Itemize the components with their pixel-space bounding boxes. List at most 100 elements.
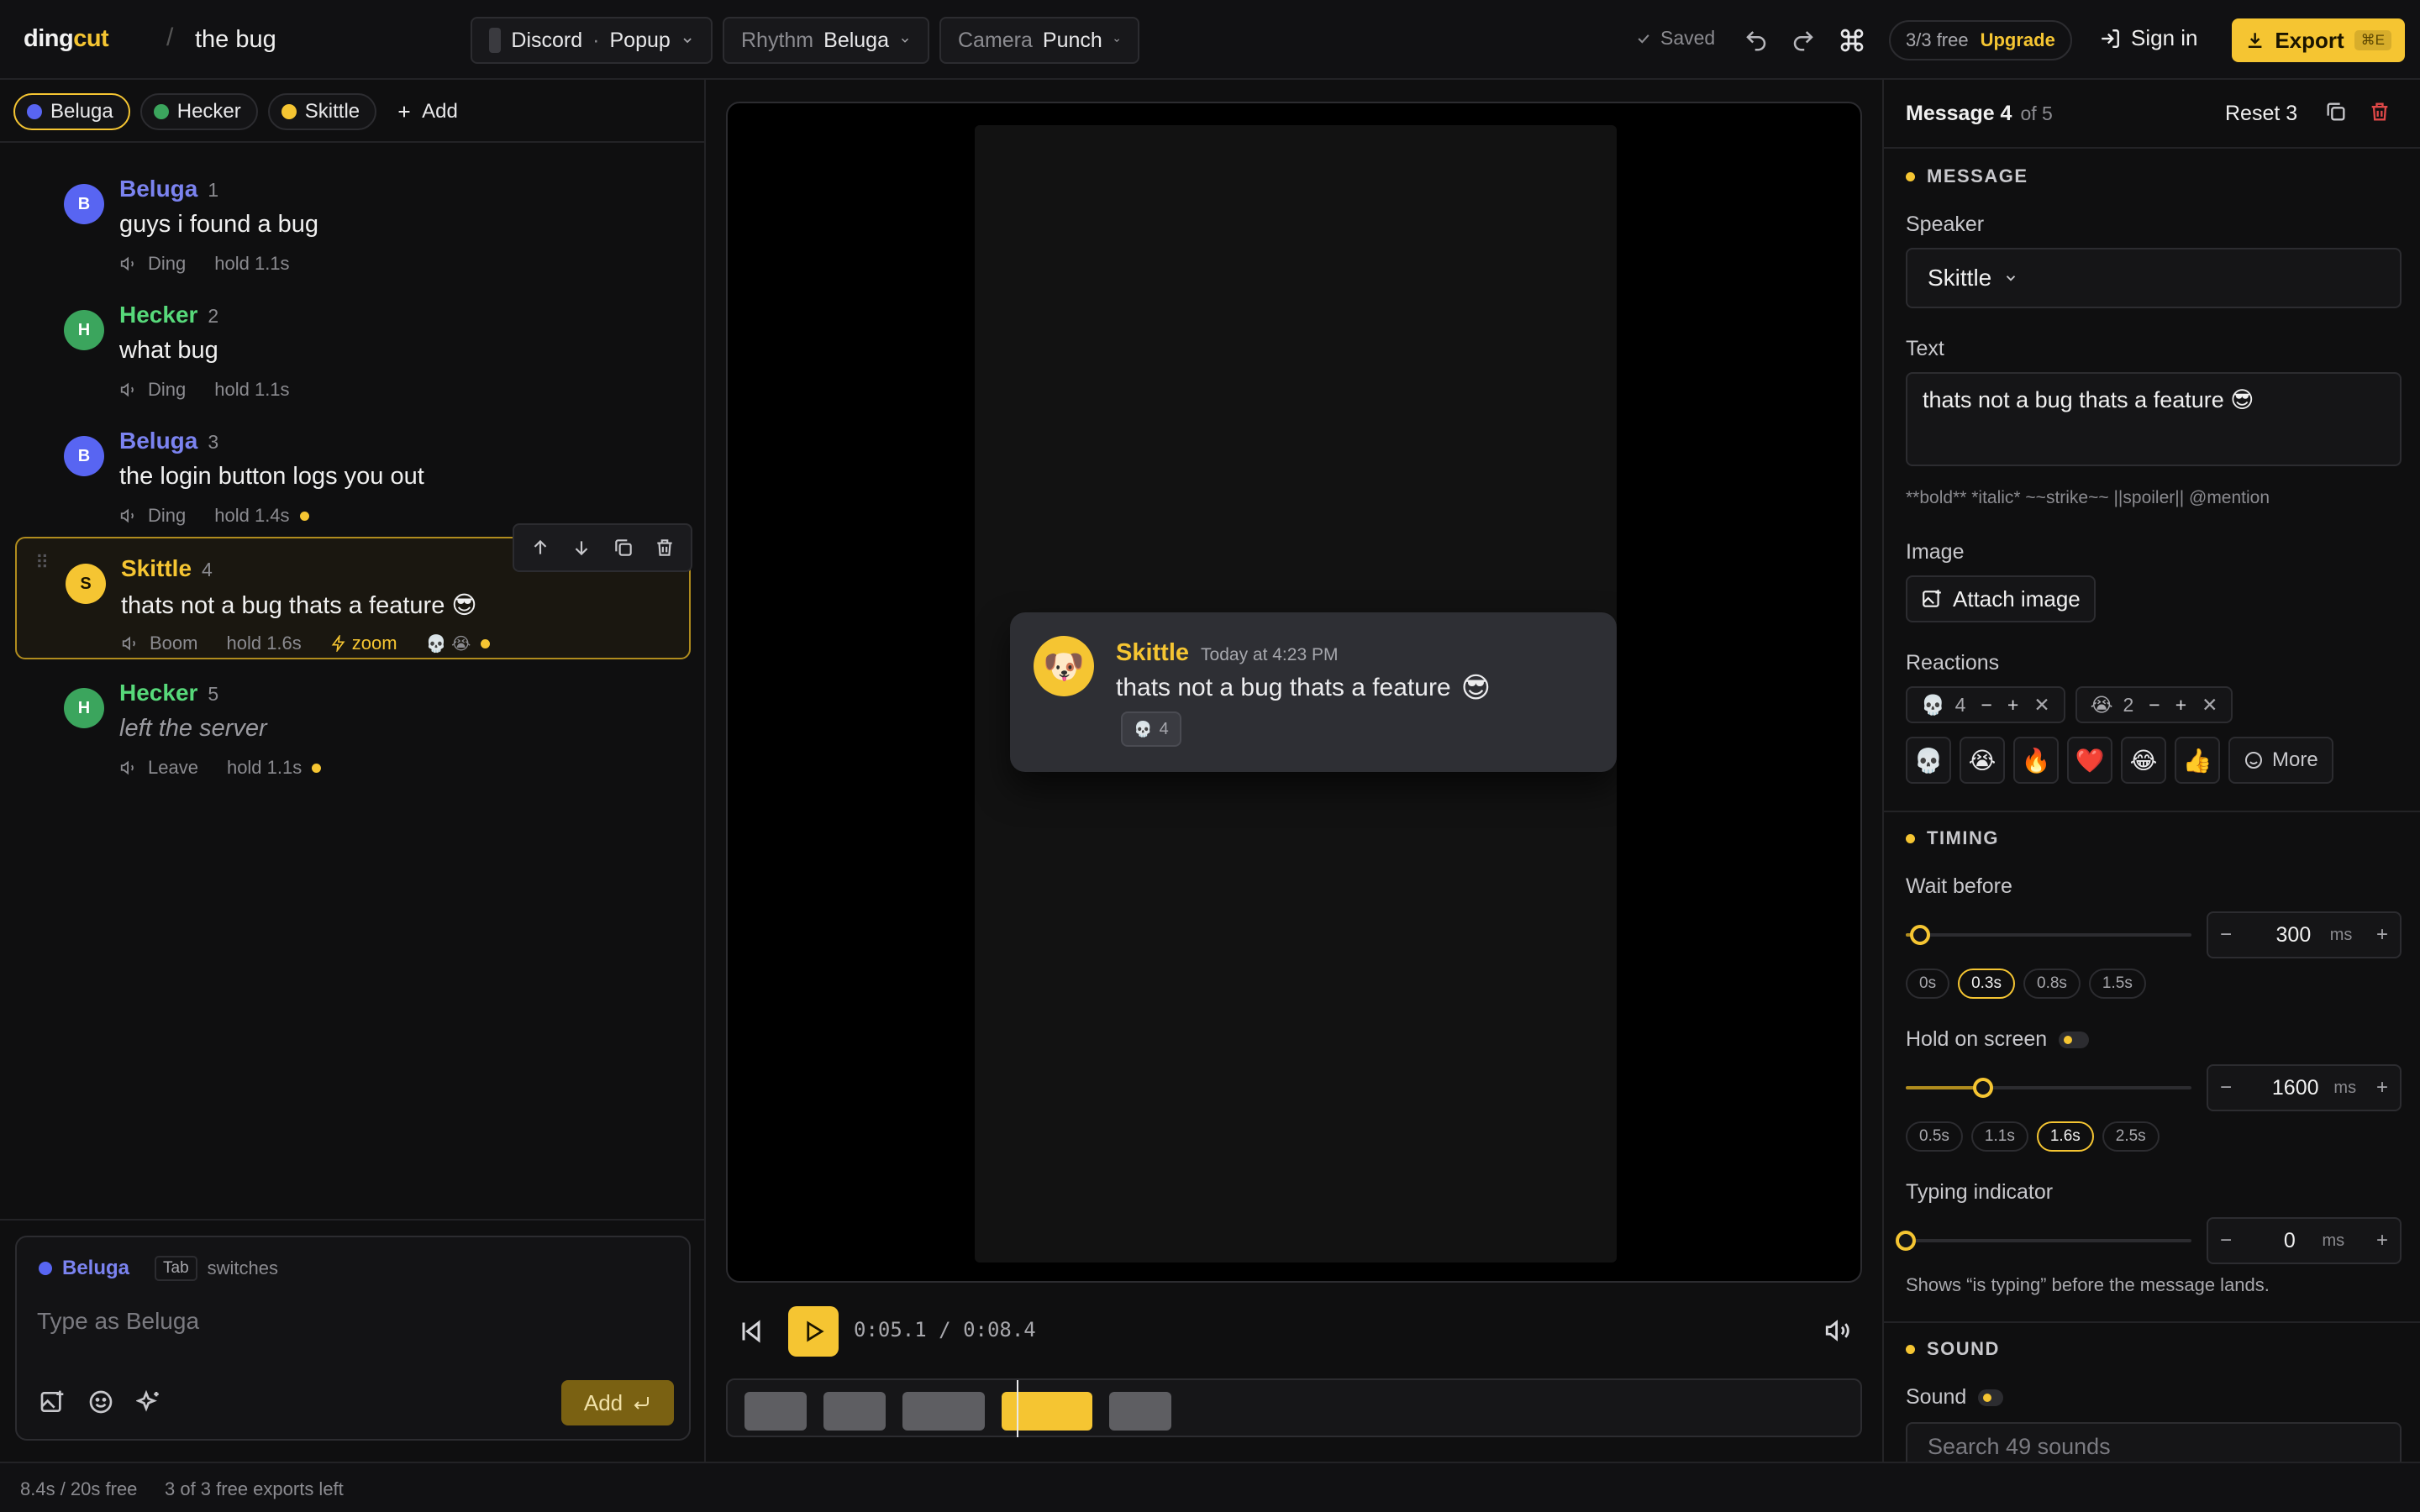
playhead[interactable]: [1017, 1380, 1018, 1437]
slider-knob[interactable]: [1910, 925, 1930, 945]
preset-button[interactable]: 1.6s: [2036, 1121, 2094, 1152]
move-up-icon[interactable]: [529, 537, 551, 559]
increment-button[interactable]: +: [2007, 694, 2018, 717]
speaker-select[interactable]: Skittle: [1906, 248, 2402, 308]
preset-button[interactable]: 0.8s: [2023, 969, 2081, 999]
preset-button[interactable]: 1.5s: [2088, 969, 2146, 999]
free-quota-badge[interactable]: 3/3 free Upgrade: [1889, 20, 2072, 60]
attach-image-button[interactable]: Attach image: [1906, 575, 2096, 622]
increment-button[interactable]: +: [2376, 1229, 2388, 1252]
timeline-clip-3[interactable]: [902, 1392, 985, 1431]
composer-input[interactable]: Type as Beluga: [37, 1308, 199, 1335]
hold-number-field[interactable]: − 1600 ms +: [2207, 1064, 2402, 1111]
slider-fill: [1906, 1086, 1983, 1089]
remove-reaction-button[interactable]: ✕: [2202, 694, 2217, 717]
hold-slider[interactable]: [1906, 1071, 2191, 1105]
effect-badge: zoom: [330, 633, 397, 654]
rhythm-select[interactable]: Rhythm Beluga: [723, 17, 929, 64]
volume-button[interactable]: [1823, 1316, 1852, 1345]
increment-button[interactable]: +: [2376, 923, 2388, 947]
add-speaker-button[interactable]: Add: [387, 100, 458, 123]
speaker-label: Speaker: [1906, 213, 1985, 236]
wait-value[interactable]: 300: [2276, 923, 2312, 948]
emoji-thumbs-up-button[interactable]: 👍: [2175, 737, 2220, 784]
move-down-icon[interactable]: [571, 537, 592, 559]
message-item-3[interactable]: B Beluga 3 the login button logs you out …: [15, 411, 691, 533]
camera-select[interactable]: Camera Punch: [939, 17, 1139, 64]
emoji-fire-button[interactable]: 🔥: [2013, 737, 2059, 784]
upgrade-link[interactable]: Upgrade: [1981, 29, 2055, 51]
speaker-chip-hecker[interactable]: Hecker: [139, 93, 258, 130]
delete-message-button[interactable]: [2368, 100, 2391, 123]
timeline-clip-4[interactable]: [1002, 1392, 1092, 1431]
decrement-button[interactable]: −: [2149, 694, 2160, 717]
hold-value[interactable]: 1600: [2272, 1076, 2319, 1100]
top-bar: dingcut / the bug Discord · Popup Rhythm…: [0, 0, 2420, 80]
composer-speaker[interactable]: Beluga Tab switches: [39, 1256, 278, 1281]
message-item-2[interactable]: H Hecker 2 what bug Ding hold 1.1s: [15, 285, 691, 407]
timeline-clip-5[interactable]: [1109, 1392, 1171, 1431]
preset-button[interactable]: 0s: [1906, 969, 1950, 999]
sign-in-button[interactable]: Sign in: [2099, 25, 2198, 51]
more-emojis-button[interactable]: More: [2228, 737, 2333, 784]
typing-number-field[interactable]: − 0 ms +: [2207, 1217, 2402, 1264]
decrement-button[interactable]: −: [1981, 694, 1991, 717]
speaker-chip-skittle[interactable]: Skittle: [267, 93, 377, 130]
divider: [0, 141, 704, 143]
timeline-clip-1[interactable]: [744, 1392, 807, 1431]
emoji-laugh-button[interactable]: 😂: [2121, 737, 2166, 784]
saved-label: Saved: [1660, 27, 1716, 49]
typing-value[interactable]: 0: [2284, 1229, 2296, 1253]
command-menu-button[interactable]: [1835, 24, 1869, 57]
section-timing: TIMING: [1906, 827, 1999, 849]
decrement-button[interactable]: −: [2220, 1076, 2232, 1100]
add-image-icon[interactable]: [39, 1389, 66, 1415]
emoji-skull-button[interactable]: 💀: [1906, 737, 1951, 784]
preset-button[interactable]: 0.3s: [1958, 969, 2015, 999]
remove-reaction-button[interactable]: ✕: [2033, 694, 2049, 717]
avatar: S: [66, 564, 106, 604]
preset-button[interactable]: 0.5s: [1906, 1121, 1963, 1152]
hold-toggle[interactable]: [2059, 1032, 2090, 1049]
undo-button[interactable]: [1739, 24, 1773, 57]
increment-button[interactable]: +: [2175, 694, 2186, 717]
play-button[interactable]: [788, 1306, 839, 1357]
timeline[interactable]: [726, 1378, 1862, 1437]
duplicate-icon[interactable]: [613, 537, 634, 559]
check-icon: [1638, 34, 1649, 44]
copy-message-button[interactable]: [2324, 100, 2348, 123]
message-text-field[interactable]: thats not a bug thats a feature 😎: [1906, 372, 2402, 466]
add-message-button[interactable]: Add: [561, 1380, 674, 1425]
sound-search-input[interactable]: Search 49 sounds: [1906, 1422, 2402, 1462]
decrement-button[interactable]: −: [2220, 923, 2232, 947]
export-button[interactable]: Export ⌘E: [2232, 18, 2405, 62]
slider-knob[interactable]: [1972, 1078, 1993, 1098]
format-hint: **bold** *italic* ~~strike~~ ||spoiler||…: [1906, 488, 2270, 507]
platform-select[interactable]: Discord · Popup: [471, 17, 713, 64]
typing-slider[interactable]: [1896, 1224, 2191, 1257]
preset-button[interactable]: 1.1s: [1970, 1121, 2028, 1152]
sparkles-icon[interactable]: [136, 1389, 163, 1415]
wait-slider[interactable]: [1906, 918, 2191, 952]
slider-knob[interactable]: [1896, 1231, 1916, 1251]
emoji-heart-button[interactable]: ❤️: [2067, 737, 2112, 784]
message-item-1[interactable]: B Beluga 1 guys i found a bug Ding hold 1…: [15, 159, 691, 281]
speaker-chip-beluga[interactable]: Beluga: [13, 93, 130, 130]
reset-button[interactable]: Reset 3: [2225, 102, 2297, 126]
drag-handle-icon[interactable]: ⠿: [35, 554, 50, 572]
redo-button[interactable]: [1786, 24, 1820, 57]
increment-button[interactable]: +: [2376, 1076, 2388, 1100]
message-item-4[interactable]: ⠿ S Skittle 4 thats not a bug thats a fea…: [15, 523, 692, 659]
preset-button[interactable]: 2.5s: [2102, 1121, 2160, 1152]
emoji-icon[interactable]: [87, 1389, 114, 1415]
skip-back-button[interactable]: [736, 1316, 766, 1347]
app-logo[interactable]: dingcut: [24, 25, 109, 53]
timeline-clip-2[interactable]: [823, 1392, 886, 1431]
decrement-button[interactable]: −: [2220, 1229, 2232, 1252]
message-item-5[interactable]: H Hecker 5 left the server Leave hold 1.1…: [15, 663, 691, 785]
emoji-crying-button[interactable]: 😭: [1960, 737, 2005, 784]
wait-number-field[interactable]: − 300 ms +: [2207, 911, 2402, 958]
trash-icon[interactable]: [654, 537, 676, 559]
project-title[interactable]: the bug: [195, 26, 276, 54]
sound-toggle[interactable]: [1978, 1389, 2004, 1407]
